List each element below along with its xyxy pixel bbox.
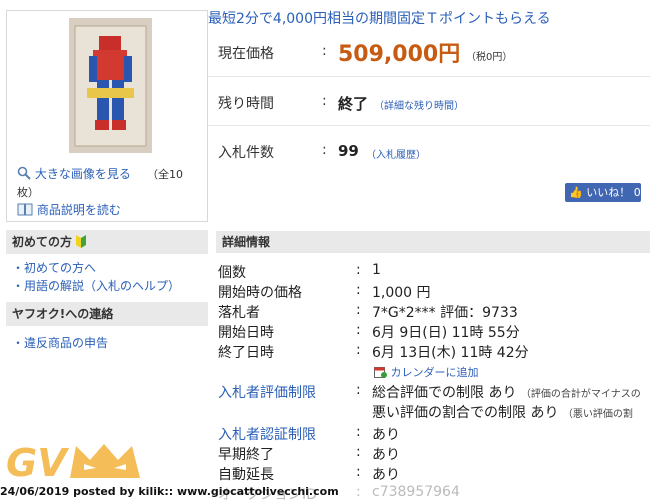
detail-value-auto-extend: あり <box>372 467 400 483</box>
thumbs-up-icon: 👍 <box>569 186 583 199</box>
detail-value-winner: 7*G*2*** 評価：9733 <box>372 305 518 321</box>
promo-link[interactable]: 最短2分で4,000円相当の期間固定Ｔポイントもらえる <box>208 8 551 28</box>
report-item-link[interactable]: ・違反商品の申告 <box>12 334 108 351</box>
time-left-label: 残り時間 <box>218 96 274 112</box>
current-price: 509,000円 <box>338 42 461 67</box>
add-to-calendar-link[interactable]: カレンダーに追加 <box>374 364 479 380</box>
rating-limit-ratio: 悪い評価の割合での制限 あり （悪い評価の割 <box>372 405 633 421</box>
bidder-rating-limit-link[interactable]: 入札者評価制限 <box>218 382 316 402</box>
divider <box>208 125 650 126</box>
detail-colon: : <box>356 342 361 358</box>
detail-colon: : <box>356 444 361 460</box>
book-icon <box>17 203 37 217</box>
detail-value-early-end: あり <box>372 447 400 463</box>
detail-colon: : <box>356 322 361 338</box>
detail-label-start-price: 開始時の価格 <box>218 285 302 301</box>
svg-text:GV: GV <box>6 441 69 484</box>
detail-value-quantity: 1 <box>372 262 381 278</box>
time-left-value: 終了 <box>338 95 369 113</box>
image-count-suffix: 枚） <box>17 186 39 199</box>
contact-panel-header: ヤフオク!への連絡 <box>6 302 208 326</box>
bid-count-value: 99 <box>338 142 359 160</box>
item-thumbnail[interactable] <box>69 18 152 153</box>
thumbnail-panel: 大きな画像を見る （全10 枚） 商品説明を読む <box>6 10 208 222</box>
bidder-auth-limit-link[interactable]: 入札者認証制限 <box>218 424 316 444</box>
bid-history-link[interactable]: （入札履歴） <box>366 146 426 161</box>
price-tax: （税0円） <box>466 52 513 63</box>
detail-colon: : <box>356 464 361 480</box>
detail-value-end-time: 6月 13日(木) 11時 42分 <box>372 345 529 361</box>
bid-count-colon: : <box>322 142 327 158</box>
image-count: （全10 <box>147 168 183 181</box>
detail-colon: : <box>356 282 361 298</box>
watermark-footer: 24/06/2019 posted by kilik:: www.giocatt… <box>0 485 339 498</box>
detail-value-auth-limit: あり <box>372 427 400 443</box>
detail-colon: : <box>356 424 361 440</box>
price-colon: : <box>322 43 327 59</box>
detail-label-start-time: 開始日時 <box>218 325 274 341</box>
glossary-link[interactable]: ・用語の解説（入札のヘルプ） <box>12 277 180 294</box>
detail-value-start-price: 1,000 円 <box>372 285 431 301</box>
detailed-time-link[interactable]: （詳細な残り時間） <box>374 97 464 112</box>
detail-label-early-end: 早期終了 <box>218 447 274 463</box>
detail-label-auto-extend: 自動延長 <box>218 467 274 483</box>
detail-value-start-time: 6月 9日(日) 11時 55分 <box>372 325 520 341</box>
beginner-panel-header: 初めての方 <box>6 230 208 254</box>
detail-colon: : <box>356 302 361 318</box>
details-header: 詳細情報 <box>216 231 650 253</box>
gv-watermark-logo: GV <box>4 438 154 488</box>
facebook-like-button[interactable]: 👍 いいね！ 0 <box>565 183 641 202</box>
detail-label-winner: 落札者 <box>218 305 260 321</box>
detail-colon: : <box>356 382 361 398</box>
calendar-icon <box>374 366 391 379</box>
magnifier-icon <box>17 166 35 181</box>
detail-colon: : <box>356 262 361 278</box>
beginner-mark-icon <box>76 235 87 249</box>
detail-label-end-time: 終了日時 <box>218 345 274 361</box>
price-label: 現在価格 <box>218 46 274 62</box>
read-description-link[interactable]: 商品説明を読む <box>17 201 121 218</box>
detail-label-quantity: 個数 <box>218 265 246 281</box>
rating-limit-total: 総合評価での制限 あり （評価の合計がマイナスの <box>372 385 641 401</box>
view-large-image-link[interactable]: 大きな画像を見る <box>17 165 131 182</box>
time-left-colon: : <box>322 93 327 109</box>
bid-count-label: 入札件数 <box>218 145 274 161</box>
divider <box>208 76 650 77</box>
beginner-guide-link[interactable]: ・初めての方へ <box>12 259 96 276</box>
